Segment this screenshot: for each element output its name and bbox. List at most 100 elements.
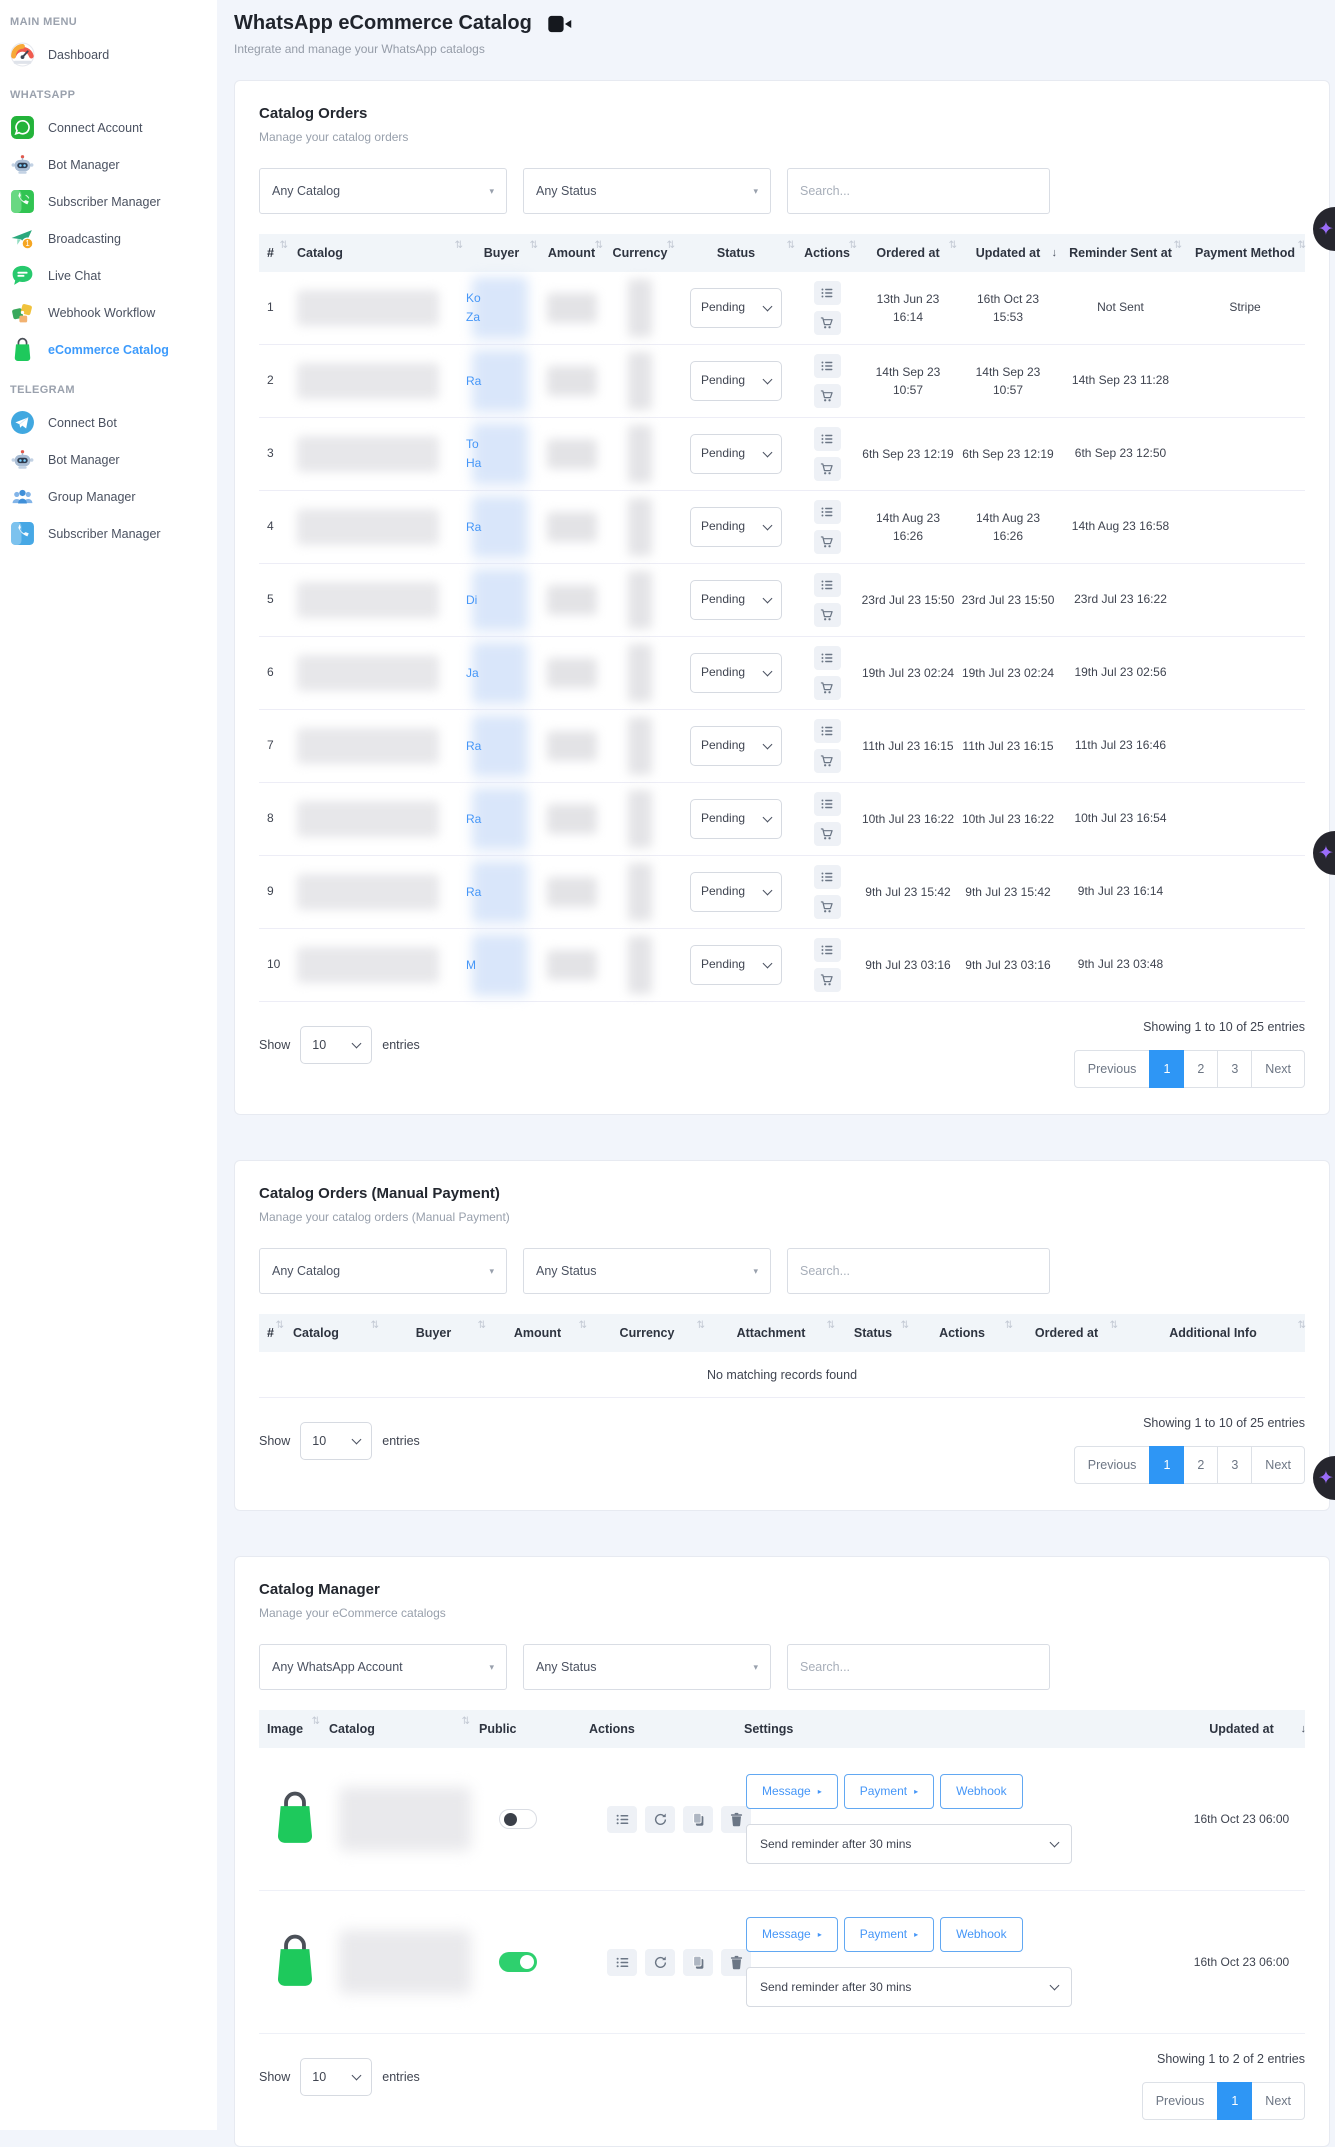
order-status-select[interactable]: Pending xyxy=(690,361,782,401)
orders-col-status[interactable]: Status⇅ xyxy=(676,234,796,272)
manual-status-filter[interactable]: Any Status▾ xyxy=(523,1248,771,1294)
order-action-cart-icon[interactable] xyxy=(814,895,841,919)
order-action-list-icon[interactable] xyxy=(814,719,841,743)
orders-col-payment-method[interactable]: Payment Method⇅ xyxy=(1183,234,1307,272)
order-status-select[interactable]: Pending xyxy=(690,288,782,328)
order-buyer-link[interactable]: Ra xyxy=(466,372,481,391)
order-action-list-icon[interactable] xyxy=(814,354,841,378)
order-action-cart-icon[interactable] xyxy=(814,603,841,627)
webhook-button[interactable]: Webhook xyxy=(940,1774,1022,1809)
orders-search-input[interactable] xyxy=(787,168,1050,214)
order-buyer-link[interactable]: Ja xyxy=(466,664,479,683)
orders-col-reminder-sent-at[interactable]: Reminder Sent at⇅ xyxy=(1058,234,1183,272)
order-action-list-icon[interactable] xyxy=(814,573,841,597)
manager-page-size-select[interactable]: 10 xyxy=(300,2058,372,2096)
webhook-button[interactable]: Webhook xyxy=(940,1917,1022,1952)
manager-col-catalog[interactable]: Catalog⇅ xyxy=(321,1710,471,1748)
sidebar-item-dashboard[interactable]: Dashboard xyxy=(0,36,217,73)
manual-col-status[interactable]: Status⇅ xyxy=(836,1314,910,1352)
manual-col-catalog[interactable]: Catalog⇅ xyxy=(285,1314,380,1352)
manual-search-input[interactable] xyxy=(787,1248,1050,1294)
manual-col-currency[interactable]: Currency⇅ xyxy=(588,1314,706,1352)
manual-col-buyer[interactable]: Buyer⇅ xyxy=(380,1314,487,1352)
orders-page-2[interactable]: 2 xyxy=(1183,1050,1218,1088)
order-status-select[interactable]: Pending xyxy=(690,653,782,693)
orders-col-buyer[interactable]: Buyer⇅ xyxy=(464,234,539,272)
order-buyer-link[interactable]: Ra xyxy=(466,883,481,902)
order-action-list-icon[interactable] xyxy=(814,938,841,962)
order-status-select[interactable]: Pending xyxy=(690,945,782,985)
sort-icon[interactable]: ⇅ xyxy=(1298,1319,1306,1334)
catalog-action-list-icon[interactable] xyxy=(607,1949,637,1976)
sort-desc-icon[interactable]: ↓ xyxy=(1301,1722,1307,1738)
orders-page-next[interactable]: Next xyxy=(1251,1050,1305,1088)
orders-page-3[interactable]: 3 xyxy=(1217,1050,1252,1088)
order-action-cart-icon[interactable] xyxy=(814,384,841,408)
order-status-select[interactable]: Pending xyxy=(690,726,782,766)
order-action-list-icon[interactable] xyxy=(814,792,841,816)
sort-icon[interactable]: ⇅ xyxy=(280,239,288,254)
catalog-action-list-icon[interactable] xyxy=(607,1806,637,1833)
manual-page-3[interactable]: 3 xyxy=(1217,1446,1252,1484)
manual-catalog-filter[interactable]: Any Catalog▾ xyxy=(259,1248,507,1294)
orders-page-size-select[interactable]: 10 xyxy=(300,1026,372,1064)
order-action-cart-icon[interactable] xyxy=(814,968,841,992)
sort-icon[interactable]: ⇅ xyxy=(276,1319,284,1334)
order-action-cart-icon[interactable] xyxy=(814,822,841,846)
catalog-action-copy-icon[interactable] xyxy=(683,1806,713,1833)
manager-col-public[interactable]: Public xyxy=(471,1710,581,1748)
message-button[interactable]: Message▸ xyxy=(746,1774,838,1809)
orders-page-previous[interactable]: Previous xyxy=(1074,1050,1151,1088)
orders-col-amount[interactable]: Amount⇅ xyxy=(539,234,604,272)
sort-icon[interactable]: ⇅ xyxy=(787,239,795,254)
order-status-select[interactable]: Pending xyxy=(690,799,782,839)
orders-col-updated-at[interactable]: Updated at↓ xyxy=(958,234,1058,272)
sort-icon[interactable]: ⇅ xyxy=(371,1319,379,1334)
sort-icon[interactable]: ⇅ xyxy=(478,1319,486,1334)
sort-icon[interactable]: ⇅ xyxy=(595,239,603,254)
manual-col-ordered-at[interactable]: Ordered at⇅ xyxy=(1014,1314,1119,1352)
order-status-select[interactable]: Pending xyxy=(690,580,782,620)
order-action-cart-icon[interactable] xyxy=(814,530,841,554)
sidebar-item-subscriber-manager[interactable]: Subscriber Manager xyxy=(0,515,217,552)
message-button[interactable]: Message▸ xyxy=(746,1917,838,1952)
catalog-action-refresh-icon[interactable] xyxy=(645,1806,675,1833)
manual-page-2[interactable]: 2 xyxy=(1183,1446,1218,1484)
manager-status-filter[interactable]: Any Status▾ xyxy=(523,1644,771,1690)
orders-page-1[interactable]: 1 xyxy=(1149,1050,1184,1088)
manager-col-actions[interactable]: Actions xyxy=(581,1710,736,1748)
sort-desc-icon[interactable]: ↓ xyxy=(1052,246,1058,262)
order-action-list-icon[interactable] xyxy=(814,427,841,451)
manager-col-settings[interactable]: Settings xyxy=(736,1710,1176,1748)
order-buyer-link[interactable]: ToHa xyxy=(466,435,481,473)
sort-icon[interactable]: ⇅ xyxy=(1005,1319,1013,1334)
order-status-select[interactable]: Pending xyxy=(690,434,782,474)
orders-col-catalog[interactable]: Catalog⇅ xyxy=(289,234,464,272)
sort-icon[interactable]: ⇅ xyxy=(849,239,857,254)
sidebar-item-connect-bot[interactable]: Connect Bot xyxy=(0,404,217,441)
order-buyer-link[interactable]: KoZa xyxy=(466,289,481,327)
catalog-action-copy-icon[interactable] xyxy=(683,1949,713,1976)
sidebar-item-webhook-workflow[interactable]: Webhook Workflow xyxy=(0,294,217,331)
order-action-cart-icon[interactable] xyxy=(814,676,841,700)
manual-page-1[interactable]: 1 xyxy=(1149,1446,1184,1484)
manager-col-image[interactable]: Image⇅ xyxy=(259,1710,321,1748)
reminder-interval-select[interactable]: Send reminder after 30 mins xyxy=(746,1824,1072,1864)
order-action-cart-icon[interactable] xyxy=(814,749,841,773)
sort-icon[interactable]: ⇅ xyxy=(530,239,538,254)
order-action-list-icon[interactable] xyxy=(814,500,841,524)
manager-page-next[interactable]: Next xyxy=(1251,2082,1305,2120)
sort-icon[interactable]: ⇅ xyxy=(1174,239,1182,254)
order-buyer-link[interactable]: M xyxy=(466,956,476,975)
sort-icon[interactable]: ⇅ xyxy=(667,239,675,254)
sidebar-item-ecommerce-catalog[interactable]: eCommerce Catalog xyxy=(0,331,217,368)
reminder-interval-select[interactable]: Send reminder after 30 mins xyxy=(746,1967,1072,2007)
order-buyer-link[interactable]: Di xyxy=(466,591,477,610)
manager-col-updated-at[interactable]: Updated at↓ xyxy=(1176,1710,1307,1748)
video-camera-icon[interactable] xyxy=(548,15,572,33)
sidebar-item-subscriber-manager[interactable]: Subscriber Manager xyxy=(0,183,217,220)
order-action-cart-icon[interactable] xyxy=(814,311,841,335)
manual-col-attachment[interactable]: Attachment⇅ xyxy=(706,1314,836,1352)
sort-icon[interactable]: ⇅ xyxy=(455,239,463,254)
public-toggle[interactable] xyxy=(499,1952,537,1972)
